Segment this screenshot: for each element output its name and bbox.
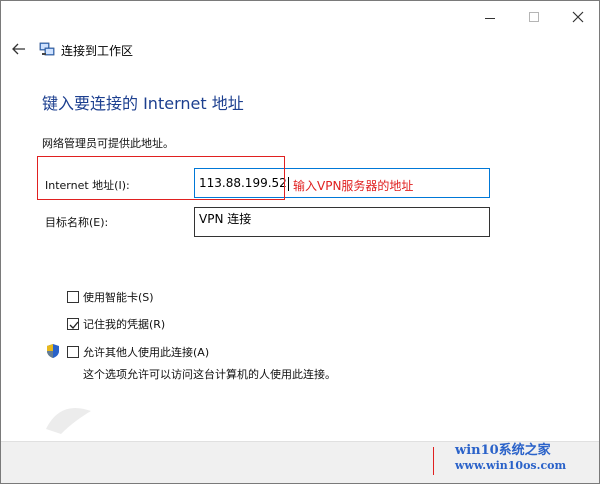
connect-to-workplace-window: 连接到工作区 键入要连接的 Internet 地址 网络管理员可提供此地址。 I… (0, 0, 600, 484)
checkmark-icon (69, 321, 79, 329)
destination-name-input[interactable]: VPN 连接 (194, 207, 490, 237)
page-heading: 键入要连接的 Internet 地址 (42, 94, 244, 113)
window-title: 连接到工作区 (61, 44, 134, 58)
address-input-value: 113.88.199.52 (199, 176, 287, 190)
text-caret (287, 176, 289, 191)
network-connection-icon (39, 42, 55, 56)
smart-card-checkbox[interactable] (67, 291, 79, 303)
watermark-logo-icon (46, 408, 91, 434)
watermark-url: www.win10os.com (455, 459, 567, 472)
minimize-icon (485, 18, 495, 19)
allow-others-checkbox[interactable] (67, 346, 79, 358)
minimize-button[interactable] (475, 7, 505, 27)
address-label: Internet 地址(I): (45, 179, 130, 192)
maximize-button (519, 7, 549, 27)
close-icon (572, 11, 584, 23)
page-subtitle: 网络管理员可提供此地址。 (42, 137, 174, 150)
maximize-icon (529, 12, 539, 22)
annotation-text: 输入VPN服务器的地址 (293, 179, 414, 193)
smart-card-option[interactable]: 使用智能卡(S) (67, 289, 154, 305)
smart-card-label: 使用智能卡(S) (83, 291, 154, 304)
next-button-highlight-edge (433, 447, 435, 475)
close-button[interactable] (563, 7, 593, 27)
watermark: win10系统之家 www.win10os.com (447, 439, 597, 479)
allow-others-description: 这个选项允许可以访问这台计算机的人使用此连接。 (83, 368, 336, 381)
allow-others-option[interactable]: 允许其他人使用此连接(A) (67, 344, 209, 360)
watermark-title: win10系统之家 (455, 443, 551, 458)
back-arrow-icon[interactable] (11, 41, 27, 57)
remember-credentials-option[interactable]: 记住我的凭据(R) (67, 316, 165, 332)
uac-shield-icon (47, 344, 59, 358)
remember-credentials-checkbox[interactable] (67, 318, 79, 330)
destination-label: 目标名称(E): (45, 216, 109, 229)
allow-others-label: 允许其他人使用此连接(A) (83, 346, 210, 359)
remember-credentials-label: 记住我的凭据(R) (83, 318, 166, 331)
